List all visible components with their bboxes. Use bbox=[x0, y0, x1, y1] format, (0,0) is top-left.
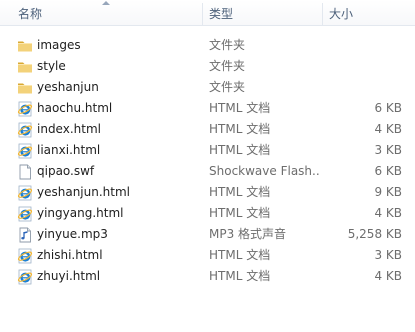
file-name: yeshanjun.html bbox=[37, 185, 130, 199]
ie-html-icon bbox=[17, 143, 33, 159]
file-name: qipao.swf bbox=[37, 164, 95, 178]
file-rows: images 文件夹 style 文件夹 yeshanjun 文件夹 haochu.html… bbox=[0, 35, 415, 287]
file-row[interactable]: yingyang.html HTML 文档 4 KB bbox=[0, 203, 415, 224]
file-size: 4 KB bbox=[374, 206, 402, 220]
file-row[interactable]: qipao.swf Shockwave Flash... 6 KB bbox=[0, 161, 415, 182]
file-size: 5,258 KB bbox=[347, 227, 402, 241]
file-row[interactable]: zhuyi.html HTML 文档 4 KB bbox=[0, 266, 415, 287]
file-type: HTML 文档 bbox=[209, 248, 271, 262]
file-type: 文件夹 bbox=[209, 59, 246, 73]
file-type: HTML 文档 bbox=[209, 101, 271, 115]
ie-html-icon bbox=[17, 101, 33, 117]
folder-icon bbox=[17, 38, 33, 54]
column-header-name[interactable]: 名称 bbox=[0, 0, 202, 25]
file-type: HTML 文档 bbox=[209, 269, 271, 283]
audio-file-icon bbox=[17, 227, 33, 243]
file-size: 4 KB bbox=[374, 122, 402, 136]
file-name: zhuyi.html bbox=[37, 269, 101, 283]
ie-html-icon bbox=[17, 269, 33, 285]
file-size: 6 KB bbox=[374, 164, 402, 178]
file-type: MP3 格式声音 bbox=[209, 227, 287, 241]
file-name: lianxi.html bbox=[37, 143, 101, 157]
file-type: 文件夹 bbox=[209, 38, 246, 52]
file-row[interactable]: haochu.html HTML 文档 6 KB bbox=[0, 98, 415, 119]
ie-html-icon bbox=[17, 122, 33, 138]
file-row[interactable]: yeshanjun 文件夹 bbox=[0, 77, 415, 98]
file-type: HTML 文档 bbox=[209, 143, 271, 157]
ie-html-icon bbox=[17, 248, 33, 264]
file-size: 6 KB bbox=[374, 101, 402, 115]
file-type: 文件夹 bbox=[209, 80, 246, 94]
file-type: HTML 文档 bbox=[209, 206, 271, 220]
file-name: index.html bbox=[37, 122, 101, 136]
blank-file-icon bbox=[17, 164, 33, 180]
file-size: 3 KB bbox=[374, 143, 402, 157]
file-name: haochu.html bbox=[37, 101, 113, 115]
column-header-type[interactable]: 类型 bbox=[202, 0, 322, 25]
file-row[interactable]: zhishi.html HTML 文档 3 KB bbox=[0, 245, 415, 266]
file-name: zhishi.html bbox=[37, 248, 103, 262]
file-row[interactable]: lianxi.html HTML 文档 3 KB bbox=[0, 140, 415, 161]
file-name: images bbox=[37, 38, 81, 52]
file-type: Shockwave Flash... bbox=[209, 164, 319, 178]
column-header-size[interactable]: 大小 bbox=[322, 0, 415, 25]
ie-html-icon bbox=[17, 185, 33, 201]
file-row[interactable]: style 文件夹 bbox=[0, 56, 415, 77]
file-list-view: 名称 类型 大小 images 文件夹 style 文件夹 yeshanjun 文件夹 ha… bbox=[0, 0, 415, 332]
file-name: yinyue.mp3 bbox=[37, 227, 108, 241]
file-row[interactable]: index.html HTML 文档 4 KB bbox=[0, 119, 415, 140]
file-name: style bbox=[37, 59, 66, 73]
file-row[interactable]: yeshanjun.html HTML 文档 9 KB bbox=[0, 182, 415, 203]
file-name: yeshanjun bbox=[37, 80, 99, 94]
column-header-bar: 名称 类型 大小 bbox=[0, 0, 415, 26]
ie-html-icon bbox=[17, 206, 33, 222]
file-row[interactable]: images 文件夹 bbox=[0, 35, 415, 56]
file-size: 9 KB bbox=[374, 185, 402, 199]
folder-icon bbox=[17, 80, 33, 96]
file-size: 3 KB bbox=[374, 248, 402, 262]
file-type: HTML 文档 bbox=[209, 185, 271, 199]
file-type: HTML 文档 bbox=[209, 122, 271, 136]
folder-icon bbox=[17, 59, 33, 75]
file-row[interactable]: yinyue.mp3 MP3 格式声音 5,258 KB bbox=[0, 224, 415, 245]
file-name: yingyang.html bbox=[37, 206, 124, 220]
file-size: 4 KB bbox=[374, 269, 402, 283]
